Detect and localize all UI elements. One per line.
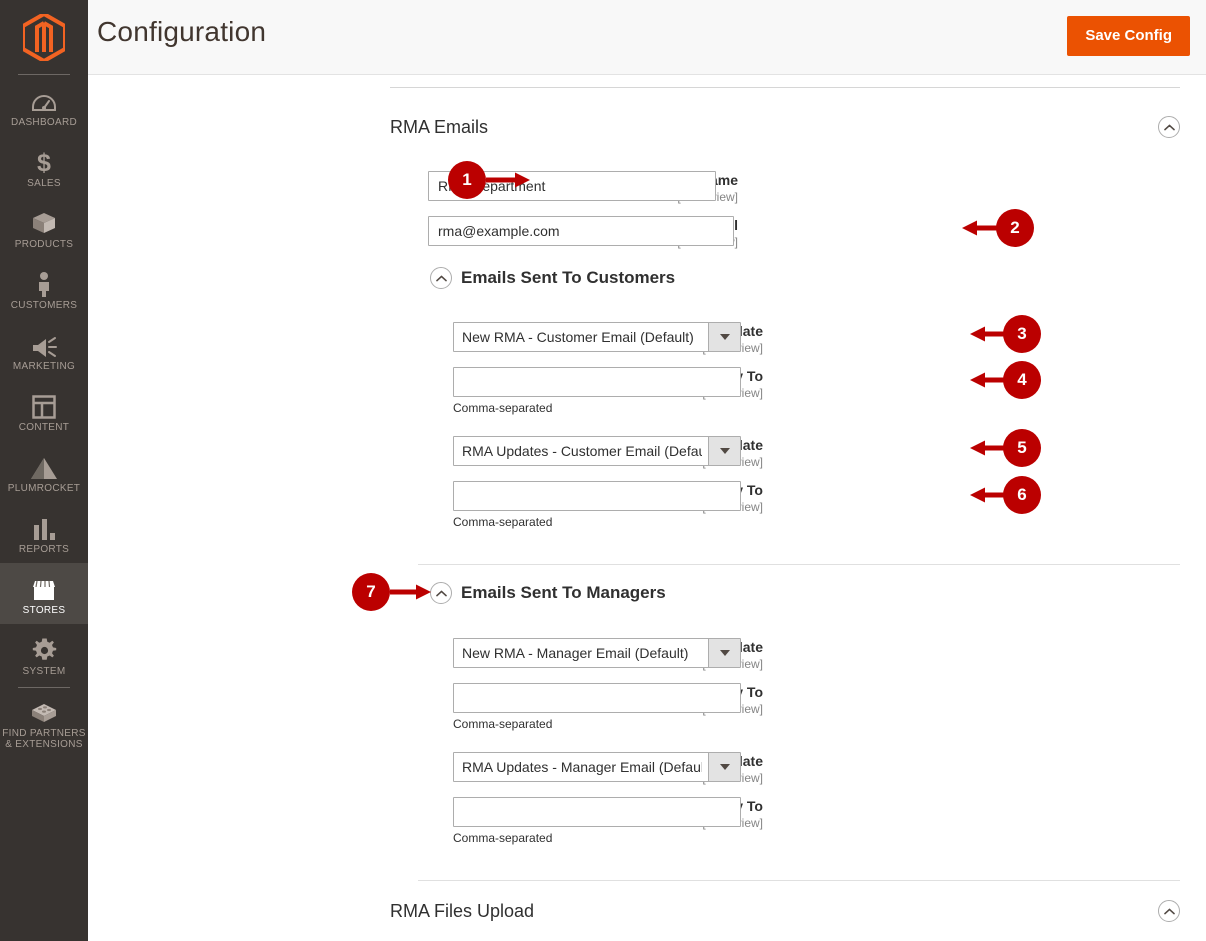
select-value: RMA Updates - Customer Email (Default) [462, 443, 702, 459]
customers-new-rma-template-select[interactable]: New RMA - Customer Email (Default) [453, 322, 741, 352]
sidebar-item-label: SALES [27, 177, 61, 189]
sidebar-item-label: MARKETING [12, 360, 76, 372]
field-control: Comma-separated [453, 481, 741, 529]
chevron-up-circle-icon[interactable] [1158, 116, 1180, 138]
field-control: Comma-separated [453, 367, 741, 415]
store-icon [29, 576, 59, 602]
page-header: Configuration Save Config [88, 0, 1206, 75]
sidebar-item-products[interactable]: PRODUCTS [0, 197, 88, 258]
field-control: Comma-separated [453, 683, 741, 731]
person-icon [29, 271, 59, 297]
managers-confirmation-copy-to-input[interactable] [453, 683, 741, 713]
sidebar-item-sales[interactable]: $ SALES [0, 136, 88, 197]
sidebar-item-label: PRODUCTS [14, 238, 74, 250]
sidebar-item-dashboard[interactable]: DASHBOARD [0, 75, 88, 136]
sidebar-item-system[interactable]: SYSTEM [0, 624, 88, 685]
select-value: New RMA - Manager Email (Default) [462, 645, 689, 661]
chevron-down-icon[interactable] [708, 323, 740, 351]
bar-chart-icon [29, 515, 59, 541]
sidebar-item-marketing[interactable]: MARKETING [0, 319, 88, 380]
sidebar-item-plumrocket[interactable]: PLUMROCKET [0, 441, 88, 502]
sidebar-item-reports[interactable]: REPORTS [0, 502, 88, 563]
save-config-button[interactable]: Save Config [1067, 16, 1190, 56]
magento-logo-icon [23, 13, 65, 61]
section-divider [418, 564, 1180, 565]
emails-to-customers-header[interactable]: Emails Sent To Customers [430, 267, 675, 289]
layout-icon [29, 393, 59, 419]
field-control: New RMA - Customer Email (Default) [453, 322, 741, 352]
field-control [428, 216, 734, 246]
sender-email-input[interactable] [428, 216, 734, 246]
field-control: RMA Updates - Manager Email (Default) [453, 752, 741, 782]
customers-updates-template-select[interactable]: RMA Updates - Customer Email (Default) [453, 436, 741, 466]
emails-to-managers-header[interactable]: Emails Sent To Managers [430, 582, 666, 604]
customers-confirmation-copy-to-input[interactable] [453, 367, 741, 397]
field-control: Comma-separated [453, 797, 741, 845]
field-hint: Comma-separated [453, 717, 553, 731]
configuration-content: RMA Emails Sender Name [store view] Send… [88, 75, 1206, 941]
chevron-down-icon[interactable] [708, 437, 740, 465]
chevron-down-icon[interactable] [708, 639, 740, 667]
dollar-icon: $ [29, 149, 59, 175]
field-control: New RMA - Manager Email (Default) [453, 638, 741, 668]
field-hint: Comma-separated [453, 831, 553, 845]
top-divider [390, 87, 1180, 88]
rma-files-upload-title: RMA Files Upload [390, 900, 535, 921]
chevron-up-circle-icon[interactable] [430, 267, 452, 289]
sidebar-item-stores[interactable]: STORES [0, 563, 88, 624]
managers-updates-copy-to-input[interactable] [453, 797, 741, 827]
field-hint: Comma-separated [453, 515, 553, 529]
gear-icon [29, 637, 59, 663]
box-icon [29, 210, 59, 236]
megaphone-icon [29, 332, 59, 358]
sidebar-item-customers[interactable]: CUSTOMERS [0, 258, 88, 319]
sidebar-item-content[interactable]: CONTENT [0, 380, 88, 441]
emails-to-customers-title: Emails Sent To Customers [461, 268, 676, 287]
field-control: RMA Updates - Customer Email (Default) [453, 436, 741, 466]
sidebar-divider-bottom [18, 687, 70, 688]
emails-to-managers-title: Emails Sent To Managers [461, 583, 666, 602]
sidebar-item-label: SYSTEM [22, 665, 66, 677]
sidebar-item-label: PLUMROCKET [7, 482, 81, 494]
page-title: Configuration [97, 16, 267, 47]
dashboard-icon [29, 88, 59, 114]
rma-emails-title: RMA Emails [390, 116, 489, 137]
select-value: New RMA - Customer Email (Default) [462, 329, 694, 345]
chevron-up-circle-icon[interactable] [430, 582, 452, 604]
managers-updates-template-select[interactable]: RMA Updates - Manager Email (Default) [453, 752, 741, 782]
sidebar-item-label: CUSTOMERS [10, 299, 78, 311]
managers-new-rma-template-select[interactable]: New RMA - Manager Email (Default) [453, 638, 741, 668]
rma-emails-section-header: RMA Emails [390, 116, 1180, 138]
sender-name-input[interactable] [428, 171, 716, 201]
extensions-icon [29, 699, 59, 725]
rma-files-upload-section-header: RMA Files Upload [390, 900, 1180, 922]
sidebar-item-label: CONTENT [18, 421, 70, 433]
sidebar-item-label: REPORTS [18, 543, 70, 555]
select-value: RMA Updates - Manager Email (Default) [462, 759, 702, 775]
sidebar-item-find-partners[interactable]: FIND PARTNERS & EXTENSIONS [0, 692, 88, 753]
customers-updates-copy-to-input[interactable] [453, 481, 741, 511]
field-hint: Comma-separated [453, 401, 553, 415]
admin-configuration-page: DASHBOARD $ SALES PRODUCTS CUSTOMERS MAR… [0, 0, 1206, 941]
sidebar-item-label: STORES [22, 604, 66, 616]
svg-text:$: $ [37, 149, 51, 175]
sidebar-item-label: DASHBOARD [10, 116, 78, 128]
section-divider-bottom [418, 880, 1180, 881]
pyramid-icon [29, 454, 59, 480]
chevron-up-circle-icon[interactable] [1158, 900, 1180, 922]
sidebar-item-label: FIND PARTNERS & EXTENSIONS [2, 728, 86, 750]
field-control [428, 171, 716, 201]
admin-sidebar: DASHBOARD $ SALES PRODUCTS CUSTOMERS MAR… [0, 0, 88, 941]
magento-logo[interactable] [0, 0, 88, 74]
chevron-down-icon[interactable] [708, 753, 740, 781]
